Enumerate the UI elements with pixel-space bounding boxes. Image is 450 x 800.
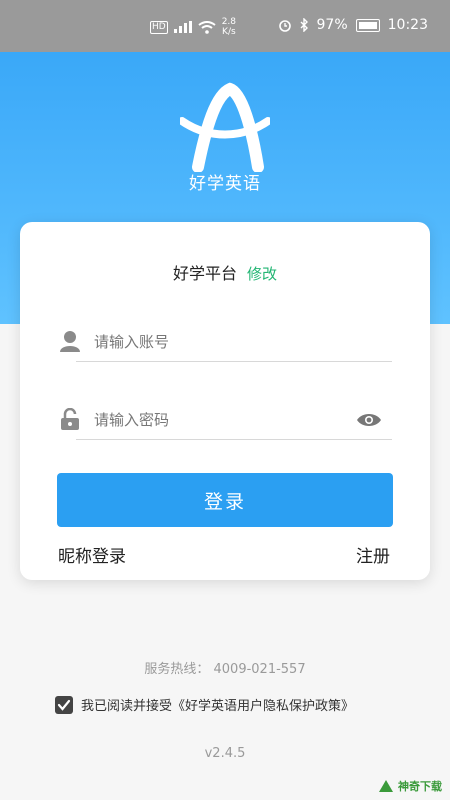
password-input[interactable] (92, 406, 346, 434)
net-speed-unit: K/s (222, 27, 236, 37)
net-speed-value: 2.8 (221, 17, 237, 27)
battery-icon (355, 18, 380, 32)
watermark: 神奇下载 (378, 778, 442, 794)
hd-badge: HD (150, 20, 168, 34)
platform-row: 好学平台 修改 (20, 260, 430, 284)
login-button[interactable]: 登录 (57, 473, 393, 527)
password-field (60, 400, 392, 440)
watermark-logo-icon (379, 780, 393, 792)
agreement-row: 我已阅读并接受《好学英语用户隐私保护政策》 (55, 695, 354, 714)
service-hotline: 服务热线： 4009-021-557 (144, 662, 306, 677)
clock-time: 10:23 (387, 17, 428, 33)
lock-icon (61, 408, 79, 430)
wifi-icon (198, 20, 216, 34)
app-logo-icon (180, 82, 270, 172)
account-input[interactable] (92, 328, 346, 356)
watermark-text: 神奇下载 (398, 780, 442, 793)
signal-icon (173, 21, 192, 33)
app-name: 好学英语 (189, 174, 261, 194)
bluetooth-icon (300, 18, 308, 32)
app-version: v2.4.5 (204, 746, 246, 761)
status-bar: HD 2.8 K/s 97% 10:23 (0, 0, 450, 52)
net-speed: 2.8 K/s (222, 17, 236, 37)
checkmark-icon (57, 699, 71, 711)
agreement-text[interactable]: 我已阅读并接受《好学英语用户隐私保护政策》 (81, 695, 354, 714)
alarm-icon (278, 20, 291, 32)
status-left: HD 2.8 K/s (150, 17, 236, 37)
nickname-login-link[interactable]: 昵称登录 (58, 542, 126, 567)
platform-edit-link[interactable]: 修改 (247, 265, 277, 283)
status-right: 97% 10:23 (278, 17, 428, 33)
account-underline (76, 361, 392, 362)
platform-name: 好学平台 (172, 264, 237, 283)
register-link[interactable]: 注册 (356, 542, 390, 567)
account-field (60, 322, 392, 362)
battery-percent: 97% (316, 17, 348, 33)
password-underline (76, 439, 392, 440)
agreement-checkbox[interactable] (55, 695, 73, 714)
eye-icon[interactable] (356, 412, 382, 428)
login-card: 好学平台修改 登录 昵称登录 注册 (20, 222, 430, 580)
user-icon (60, 331, 80, 352)
